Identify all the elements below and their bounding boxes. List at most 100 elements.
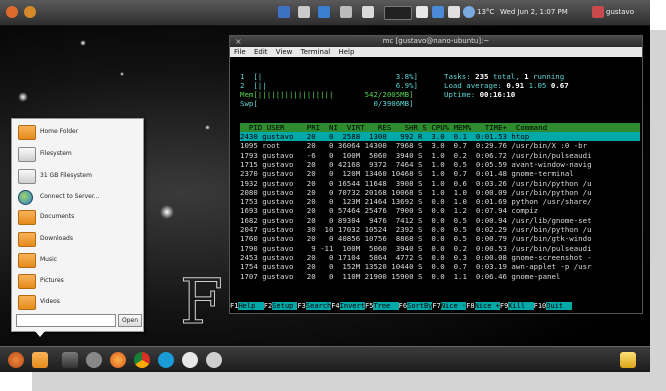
fkey-f3[interactable]: F3Search [297,302,332,310]
location-input[interactable] [16,314,116,327]
network-manager-icon[interactable] [432,6,444,18]
terminal-title: mc [gustavo@nano-ubuntu]:~ [382,37,490,45]
bluetooth-icon[interactable] [318,6,330,18]
menu-item-label: Connect to Server... [40,193,100,200]
menu-item-label: Music [40,256,58,263]
load-label: Load average: [444,81,502,90]
places-icon[interactable] [32,352,48,368]
fkey-f2[interactable]: F2Setup [264,302,298,310]
clock[interactable]: Wed Jun 2, 1:07 PM [500,8,568,16]
network-icon[interactable] [278,6,290,18]
ubuntu-logo-icon[interactable] [6,6,18,18]
tasks-tail: running [533,72,565,81]
chat-icon[interactable] [182,352,198,368]
open-button[interactable]: Open [118,314,142,327]
firefox-icon[interactable] [110,352,126,368]
htop-screen[interactable]: 1 [| 3.8%] 2 [|| 6.9%] Mem[|||||||||||||… [230,58,642,313]
fkey-f10[interactable]: F10Quit [534,302,572,310]
fkey-f8[interactable]: F8Nice + [466,302,500,310]
table-row[interactable]: 2453 gustavo 20 0 17104 5864 4772 S 0.0 … [240,253,640,262]
fkey-label: Search [305,302,332,310]
table-row[interactable]: 1790 gustavo 9 -11 100M 5060 3940 S 0.0 … [240,244,640,253]
weather-temperature[interactable]: 13°C [477,8,494,16]
fkey-f4[interactable]: F4Invert [331,302,365,310]
menu-item-connect-to-server[interactable]: Connect to Server... [16,188,140,206]
menu-item-label: Pictures [40,277,64,284]
table-row[interactable]: 1754 gustavo 20 0 152M 13520 10440 S 0.0… [240,262,640,271]
table-row[interactable]: 2080 gustavo 20 0 70732 20168 10068 S 1.… [240,188,640,197]
fkey-f5[interactable]: F5Tree [365,302,399,310]
trash-icon[interactable] [620,352,636,368]
applet-icon[interactable] [298,6,310,18]
load-15: 0.67 [550,81,569,90]
table-row[interactable]: 1760 gustavo 20 0 40856 10756 8868 S 0.0… [240,234,640,243]
menu-item-downloads[interactable]: Downloads [16,230,140,248]
user-icon[interactable] [592,6,604,18]
fkey-label: Tree [373,302,399,310]
menu-item-documents[interactable]: Documents [16,208,140,226]
menu-item-home-folder[interactable]: Home Folder [16,123,140,141]
table-row[interactable]: 2430 gustavo 20 0 2588 1300 992 R 3.0 0.… [240,132,640,141]
fkey-label: Quit [546,302,572,310]
menu-terminal[interactable]: Terminal [301,48,331,56]
process-table-header[interactable]: PID USER PRI NI VIRT RES SHR S CPU% MEM%… [240,123,640,132]
table-row[interactable]: 1715 gustavo 20 0 42168 9372 7464 S 1.0 … [240,160,640,169]
menu-help[interactable]: Help [338,48,354,56]
tasks-total: 235 [475,72,489,81]
menu-file[interactable]: File [234,48,246,56]
places-menu: Home Folder Filesystem 31 GB Filesystem … [11,118,144,332]
table-row[interactable]: 1095 root 20 0 36064 14300 7968 S 3.0 0.… [240,141,640,150]
menu-item-pictures[interactable]: Pictures [16,272,140,290]
user-name[interactable]: gustavo [606,8,634,16]
mail-icon[interactable] [362,6,374,18]
ubuntu-menu-icon[interactable] [8,352,24,368]
table-row[interactable]: 1753 gustavo 20 0 123M 21464 13692 S 0.0… [240,197,640,206]
screen-icon[interactable] [448,6,460,18]
menu-item-label: Downloads [40,235,73,242]
fkey-label: Help [238,302,264,310]
chrome-icon[interactable] [134,352,150,368]
fkey-label: Setup [272,302,298,310]
table-row[interactable]: 1693 gustavo 20 0 57464 25476 7900 S 0.0… [240,206,640,215]
terminal-titlebar[interactable]: × mc [gustavo@nano-ubuntu]:~ [230,36,642,47]
menu-edit[interactable]: Edit [254,48,268,56]
monitor-icon[interactable] [62,352,78,368]
fkey-f7[interactable]: F7Nice - [432,302,467,310]
fkey-f6[interactable]: F6SortBy [399,302,433,310]
table-row[interactable]: 1793 gustavo -6 0 100M 5060 3940 S 1.0 0… [240,151,640,160]
system-menu-icon[interactable] [24,6,36,18]
terminal-window[interactable]: × mc [gustavo@nano-ubuntu]:~ File Edit V… [229,35,643,314]
folder-icon [18,274,36,289]
menu-item-music[interactable]: Music [16,251,140,269]
skype-icon[interactable] [158,352,174,368]
wallpaper-star [80,40,86,46]
fkey-f1[interactable]: F1Help [230,302,264,310]
table-row[interactable]: 2370 gustavo 20 0 120M 13460 10468 S 1.0… [240,169,640,178]
fkey-label: Nice + [474,302,500,310]
swap-meter: Swp[ 0/3906MB] [240,99,414,108]
weather-icon[interactable] [463,6,475,18]
volume-icon[interactable] [340,6,352,18]
menu-item-label: Home Folder [40,128,79,135]
window-icon[interactable] [416,6,428,18]
fkey-f9[interactable]: F9Kill [500,302,534,310]
fkey-label: Invert [339,302,365,310]
wallpaper-star [120,72,124,76]
settings-icon[interactable] [86,352,102,368]
menu-item-videos[interactable]: Videos [16,293,140,311]
uptime-line: Uptime: 00:16:10 [444,90,515,99]
table-row[interactable]: 1707 gustavo 20 0 110M 21900 15900 S 0.0… [240,272,640,281]
menu-item-31gb-filesystem[interactable]: 31 GB Filesystem [16,167,140,185]
desktop: F 13°C Wed Jun 2, 1:07 PM gustavo × mc [… [0,0,650,372]
close-icon[interactable]: × [235,36,242,47]
table-row[interactable]: 2047 gustavo 30 10 17032 10524 2392 S 0.… [240,225,640,234]
menu-item-filesystem[interactable]: Filesystem [16,145,140,163]
fkey-label: SortBy [407,302,433,310]
app-icon[interactable] [206,352,222,368]
menu-item-label: Documents [40,213,75,220]
table-row[interactable]: 1682 gustavo 20 0 89304 9476 7412 S 0.0 … [240,216,640,225]
fkey-key: F4 [331,302,340,310]
table-row[interactable]: 1932 gustavo 20 0 16544 11648 3908 S 1.0… [240,179,640,188]
menu-view[interactable]: View [276,48,293,56]
tasks-label: Tasks: [444,72,471,81]
